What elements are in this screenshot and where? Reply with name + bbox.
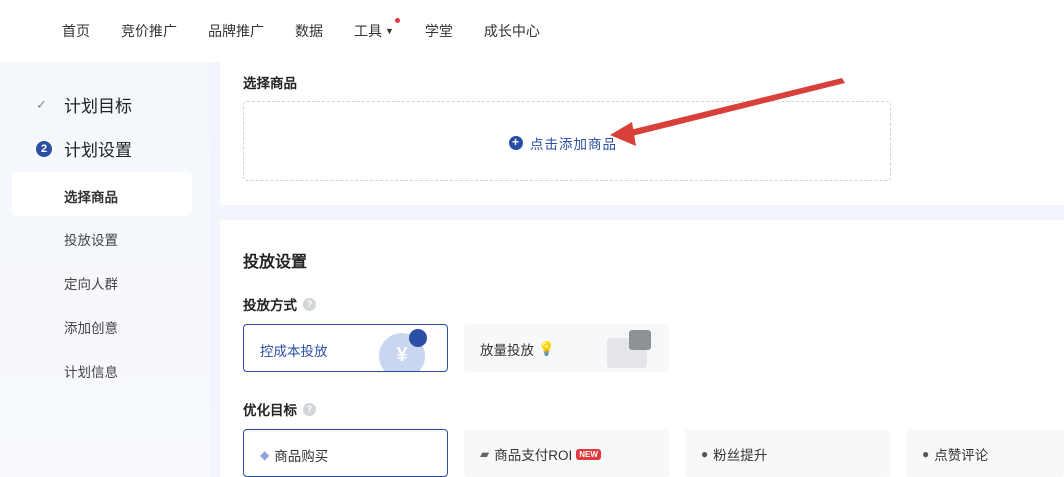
notification-dot <box>394 18 400 23</box>
nav-brand-label: 品牌推广 <box>208 23 264 39</box>
goal-payment-roi[interactable]: ▰ 商品支付ROI NEW <box>464 429 669 477</box>
nav-brand-promotion[interactable]: 品牌推广 <box>208 21 264 41</box>
chart-icon-back <box>629 330 651 350</box>
sidebar: ✓ 计划目标 2 计划设置 选择商品 投放设置 定向人群 添加创意 计划信息 <box>0 62 210 477</box>
section-title: 选择商品 <box>243 76 297 91</box>
check-icon: ✓ <box>36 96 47 112</box>
optimization-goal-text: 优化目标 <box>243 403 297 418</box>
delivery-method-label: 投放方式 ? <box>243 294 316 314</box>
goal-like-comment[interactable]: ● 点赞评论 <box>906 429 1064 477</box>
nav-bidding-label: 竞价推广 <box>121 23 177 39</box>
step-plan-goal-label: 计划目标 <box>64 97 132 116</box>
help-icon[interactable]: ? <box>303 402 316 416</box>
step-plan-settings[interactable]: 2 计划设置 <box>36 136 132 161</box>
sidebar-item-plan-info[interactable]: 计划信息 <box>64 361 118 381</box>
lightbulb-icon: 💡 <box>538 341 555 356</box>
nav-tools[interactable]: 工具 ▼ <box>354 18 400 41</box>
optimization-goal-label: 优化目标 ? <box>243 399 316 419</box>
plus-circle-icon: + <box>509 136 523 150</box>
help-icon[interactable]: ? <box>303 297 316 311</box>
delivery-method-text: 投放方式 <box>243 298 297 313</box>
step-plan-goal[interactable]: ✓ 计划目标 <box>36 92 132 117</box>
nav-home[interactable]: 首页 <box>62 21 90 41</box>
goal-fan-growth[interactable]: ● 粉丝提升 <box>685 429 890 477</box>
goal-fan-growth-label: 粉丝提升 <box>713 448 768 463</box>
nav-home-label: 首页 <box>62 23 90 39</box>
sidebar-item-select-product[interactable]: 选择商品 <box>12 172 192 216</box>
step-number-badge: 2 <box>36 140 52 157</box>
method-volume[interactable]: 放量投放 💡 <box>464 324 669 372</box>
sidebar-item-targeting[interactable]: 定向人群 <box>64 273 118 293</box>
section-heading: 投放设置 <box>243 254 308 271</box>
chat-icon: ● <box>922 447 930 461</box>
add-product-button[interactable]: + 点击添加商品 <box>509 133 617 153</box>
nav-data-label: 数据 <box>295 23 323 39</box>
nav-tools-label: 工具 <box>354 23 382 39</box>
diamond-icon: ◆ <box>260 448 270 462</box>
nav-data[interactable]: 数据 <box>295 21 323 41</box>
select-product-section: 选择商品 + 点击添加商品 <box>220 62 1064 205</box>
user-icon: ● <box>701 447 709 461</box>
method-cost-control-label: 控成本投放 <box>260 344 328 359</box>
sidebar-item-add-creative[interactable]: 添加创意 <box>64 317 118 337</box>
goal-payment-roi-label: 商品支付ROI <box>494 448 573 463</box>
folder-icon: ▰ <box>480 447 490 461</box>
goal-product-purchase-label: 商品购买 <box>274 449 329 464</box>
method-volume-label: 放量投放 <box>480 343 534 358</box>
caret-down-icon: ▼ <box>385 26 394 36</box>
top-navigation: 首页 竞价推广 品牌推广 数据 工具 ▼ 学堂 成长中心 <box>0 0 1064 62</box>
decoration-dot <box>409 329 427 347</box>
nav-growth-label: 成长中心 <box>483 23 540 39</box>
goal-product-purchase[interactable]: ◆ 商品购买 <box>243 429 448 477</box>
sidebar-item-label: 选择商品 <box>64 190 118 205</box>
new-badge: NEW <box>576 448 601 460</box>
sidebar-item-delivery-settings[interactable]: 投放设置 <box>64 229 118 249</box>
add-product-dropzone[interactable]: + 点击添加商品 <box>243 101 891 181</box>
add-product-label: 点击添加商品 <box>530 137 617 152</box>
nav-growth-center[interactable]: 成长中心 <box>484 21 540 41</box>
goal-like-comment-label: 点赞评论 <box>934 448 989 463</box>
nav-bidding-promotion[interactable]: 竞价推广 <box>121 21 177 41</box>
nav-academy-label: 学堂 <box>424 23 453 39</box>
method-cost-control[interactable]: 控成本投放 ¥ <box>243 324 448 372</box>
delivery-settings-section: 投放设置 投放方式 ? 控成本投放 ¥ 放量投放 💡 优化目标 ? ◆ 商品购买… <box>220 220 1064 477</box>
nav-academy[interactable]: 学堂 <box>425 21 453 41</box>
step-plan-settings-label: 计划设置 <box>64 141 132 160</box>
